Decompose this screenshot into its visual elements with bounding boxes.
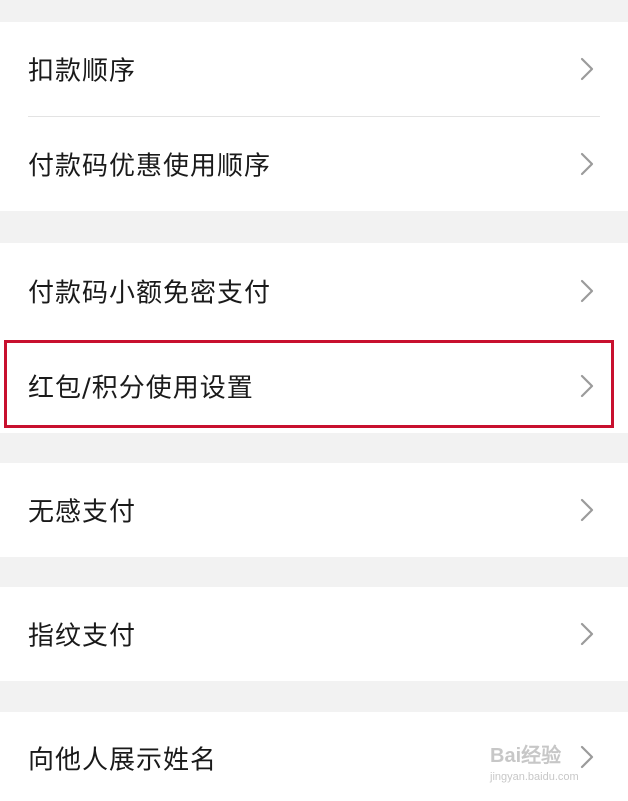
chevron-right-icon [580,374,594,398]
watermark-brand: Bai经验 [490,745,562,767]
chevron-right-icon [580,57,594,81]
settings-row-deduction-order[interactable]: 扣款顺序 [0,22,628,116]
chevron-right-icon [580,279,594,303]
chevron-right-icon [580,152,594,176]
watermark-url: jingyan.baidu.com [490,771,579,783]
settings-row-label: 扣款顺序 [28,56,137,87]
baidu-jingyan-watermark: Bai经验 jingyan.baidu.com [488,737,618,797]
settings-row-payment-code-discount-order[interactable]: 付款码优惠使用顺序 [0,117,628,211]
settings-row-fingerprint-payment[interactable]: 指纹支付 [0,587,628,681]
settings-row-label: 无感支付 [28,497,137,528]
settings-row-small-amount-password-free[interactable]: 付款码小额免密支付 [0,243,628,339]
chevron-right-icon [580,498,594,522]
chevron-right-icon [580,622,594,646]
settings-row-label: 向他人展示姓名 [28,745,218,776]
settings-row-red-packet-points-settings[interactable]: 红包/积分使用设置 [0,339,628,433]
settings-row-label: 指纹支付 [28,621,137,652]
settings-row-label: 付款码小额免密支付 [28,278,272,309]
settings-row-label: 红包/积分使用设置 [28,373,254,404]
settings-row-label: 付款码优惠使用顺序 [28,151,272,182]
settings-page: 扣款顺序 付款码优惠使用顺序 付款码小额免密支付 红包/积分使用设置 无感支付 … [0,0,628,801]
settings-row-seamless-payment[interactable]: 无感支付 [0,463,628,557]
